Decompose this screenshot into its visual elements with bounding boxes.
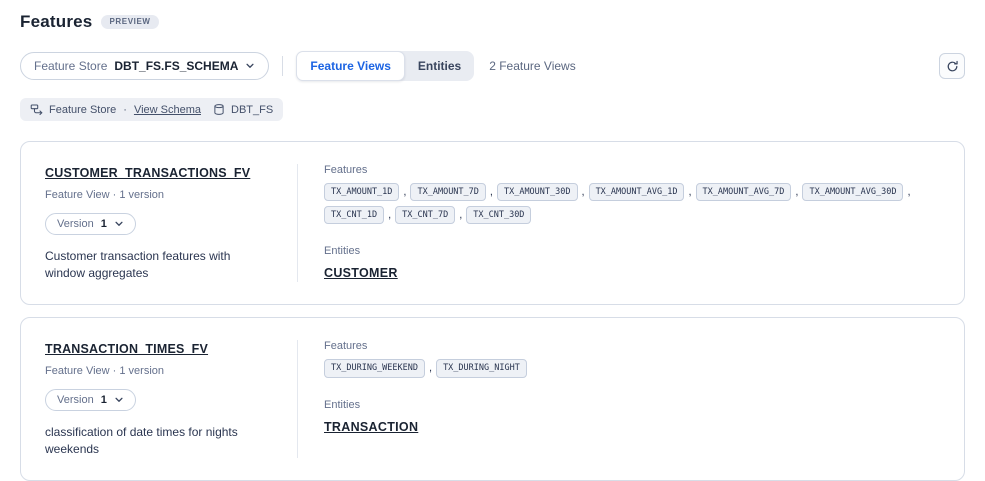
toolbar-divider <box>282 56 283 76</box>
feature-chip-list: TX_DURING_WEEKEND, TX_DURING_NIGHT <box>324 359 936 377</box>
feature-chip: TX_AMOUNT_AVG_7D <box>696 183 792 201</box>
feature-chip: TX_AMOUNT_7D <box>410 183 485 201</box>
page-title: Features <box>20 12 92 32</box>
entity-link[interactable]: TRANSACTION <box>324 420 418 434</box>
feature-view-subtitle: Feature View · 1 version <box>45 189 271 201</box>
card-detail-column: Features TX_DURING_WEEKEND, TX_DURING_NIG… <box>298 340 940 458</box>
feature-view-description: classification of date times for nights … <box>45 424 271 458</box>
feature-chip: TX_AMOUNT_AVG_1D <box>589 183 685 201</box>
chip-separator: , <box>429 362 432 374</box>
version-selector[interactable]: Version 1 <box>45 389 136 411</box>
version-label: Version <box>57 218 94 230</box>
feature-store-selector[interactable]: Feature Store DBT_FS.FS_SCHEMA <box>20 52 269 80</box>
feature-view-description: Customer transaction features with windo… <box>45 248 271 282</box>
chip-separator: , <box>490 186 493 198</box>
entity-link-list: CUSTOMER <box>324 264 940 282</box>
feature-chip: TX_AMOUNT_1D <box>324 183 399 201</box>
refresh-button[interactable] <box>939 53 965 79</box>
feature-chip: TX_CNT_7D <box>395 206 455 224</box>
feature-view-card: CUSTOMER_TRANSACTIONS_FV Feature View · … <box>20 141 965 305</box>
breadcrumb-separator: · <box>123 104 127 116</box>
feature-store-selector-value: DBT_FS.FS_SCHEMA <box>114 59 238 73</box>
feature-chip: TX_DURING_WEEKEND <box>324 359 425 377</box>
feature-chip: TX_DURING_NIGHT <box>436 359 527 377</box>
feature-chip-list: TX_AMOUNT_1D, TX_AMOUNT_7D, TX_AMOUNT_30D,… <box>324 183 936 224</box>
view-schema-link[interactable]: View Schema <box>134 104 201 116</box>
entities-section-label: Entities <box>324 399 940 411</box>
chevron-down-icon <box>114 219 124 229</box>
features-section-label: Features <box>324 340 940 352</box>
chevron-down-icon <box>114 395 124 405</box>
entities-section-label: Entities <box>324 245 940 257</box>
chip-separator: , <box>459 209 462 221</box>
version-selector[interactable]: Version 1 <box>45 213 136 235</box>
refresh-icon <box>946 60 959 73</box>
feature-chip: TX_CNT_1D <box>324 206 384 224</box>
features-section-label: Features <box>324 164 940 176</box>
tab-group: Feature Views Entities <box>296 51 474 81</box>
breadcrumb-database-name: DBT_FS <box>231 104 273 116</box>
tab-feature-views[interactable]: Feature Views <box>296 51 404 81</box>
chevron-down-icon <box>245 61 255 71</box>
feature-view-subtitle: Feature View · 1 version <box>45 365 271 377</box>
preview-badge: PREVIEW <box>101 15 158 29</box>
feature-chip: TX_CNT_30D <box>466 206 531 224</box>
version-value: 1 <box>101 218 107 230</box>
card-summary-column: TRANSACTION_TIMES_FV Feature View · 1 ve… <box>45 340 297 458</box>
features-page: Features PREVIEW Feature Store DBT_FS.FS… <box>0 0 985 481</box>
feature-chip: TX_AMOUNT_AVG_30D <box>802 183 903 201</box>
chip-separator: , <box>403 186 406 198</box>
entity-link-list: TRANSACTION <box>324 418 940 436</box>
card-detail-column: Features TX_AMOUNT_1D,TX_AMOUNT_7D,TX_AM… <box>298 164 940 282</box>
toolbar: Feature Store DBT_FS.FS_SCHEMA Feature V… <box>20 51 965 81</box>
feature-store-icon <box>30 103 43 116</box>
feature-chip: TX_AMOUNT_30D <box>497 183 578 201</box>
breadcrumb-feature-store-label: Feature Store <box>49 104 116 116</box>
chip-separator: , <box>582 186 585 198</box>
tab-entities[interactable]: Entities <box>405 51 474 81</box>
feature-view-title-link[interactable]: CUSTOMER_TRANSACTIONS_FV <box>45 166 250 180</box>
feature-views-count: 2 Feature Views <box>489 59 576 73</box>
breadcrumb: Feature Store · View Schema DBT_FS <box>20 98 283 121</box>
version-value: 1 <box>101 394 107 406</box>
version-label: Version <box>57 394 94 406</box>
feature-view-title-link[interactable]: TRANSACTION_TIMES_FV <box>45 342 208 356</box>
page-header: Features PREVIEW <box>20 12 965 32</box>
chip-separator: , <box>795 186 798 198</box>
feature-store-selector-label: Feature Store <box>34 59 107 73</box>
feature-view-card: TRANSACTION_TIMES_FV Feature View · 1 ve… <box>20 317 965 481</box>
chip-separator: , <box>907 186 910 198</box>
chip-separator: , <box>688 186 691 198</box>
chip-separator: , <box>388 209 391 221</box>
database-icon <box>213 103 225 116</box>
card-summary-column: CUSTOMER_TRANSACTIONS_FV Feature View · … <box>45 164 297 282</box>
entity-link[interactable]: CUSTOMER <box>324 266 398 280</box>
